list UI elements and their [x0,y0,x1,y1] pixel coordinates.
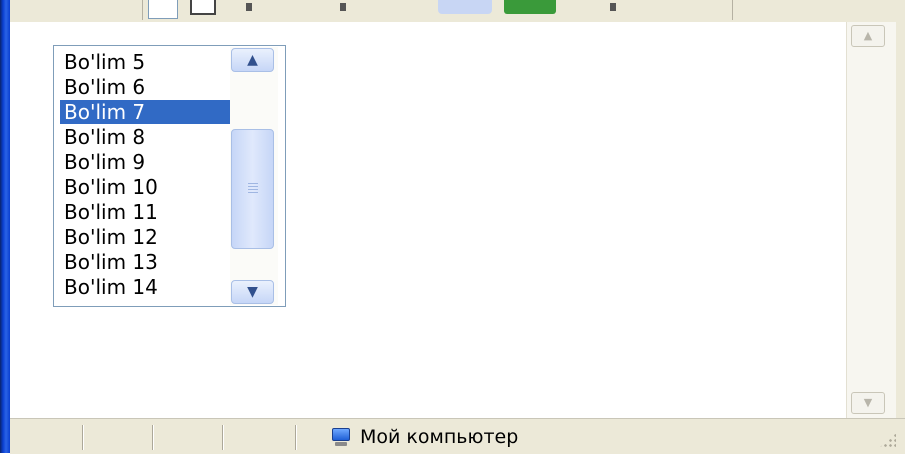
list-item[interactable]: Bo'lim 13 [60,250,230,274]
status-separator [295,425,297,450]
list-item[interactable]: Bo'lim 5 [60,50,230,74]
toolbar-separator [142,0,143,20]
toolbar-glyph [340,3,346,11]
computer-icon [330,428,352,446]
grip-icon [248,183,258,193]
listbox-scrollbar[interactable]: ▲ ▼ [230,47,278,305]
list-item[interactable]: Bo'lim 12 [60,225,230,249]
zone-label: Мой компьютер [360,426,519,448]
toolbar-glyph [246,3,252,11]
toolbar-separator [732,0,733,20]
toolbar-glyph [610,3,616,11]
status-separator [222,425,224,450]
list-item[interactable]: Bo'lim 10 [60,175,230,199]
chevron-up-icon[interactable]: ▲ [231,48,274,72]
window-frame-right [896,0,905,453]
toolbar-button[interactable] [148,0,178,19]
page-icon[interactable] [190,0,216,15]
list-item[interactable]: Bo'lim 14 [60,275,230,299]
page-scrollbar[interactable]: ▲ ▼ [846,22,897,418]
list-item[interactable]: Bo'lim 9 [60,150,230,174]
list-item[interactable]: Bo'lim 11 [60,200,230,224]
toolbar [10,0,905,23]
chevron-down-icon[interactable]: ▼ [231,280,274,304]
scroll-up-icon[interactable]: ▲ [851,25,885,47]
toolbar-go-button[interactable] [504,0,556,14]
status-bar: Мой компьютер [10,418,905,454]
resize-grip-icon[interactable] [878,433,896,449]
section-listbox[interactable]: Bo'lim 14 Bo'lim 13 Bo'lim 12 Bo'lim 11 Bo'l… [53,45,286,307]
listbox-scroll-thumb[interactable] [231,129,274,249]
toolbar-highlight-button[interactable] [438,0,492,14]
security-zone[interactable]: Мой компьютер [330,423,518,451]
window-frame-left [0,0,10,453]
scroll-down-icon[interactable]: ▼ [851,392,885,414]
list-item[interactable]: Bo'lim 6 [60,75,230,99]
list-item[interactable]: Bo'lim 8 [60,125,230,149]
status-separator [82,425,84,450]
list-item[interactable]: Bo'lim 7 [60,100,230,124]
status-separator [152,425,154,450]
